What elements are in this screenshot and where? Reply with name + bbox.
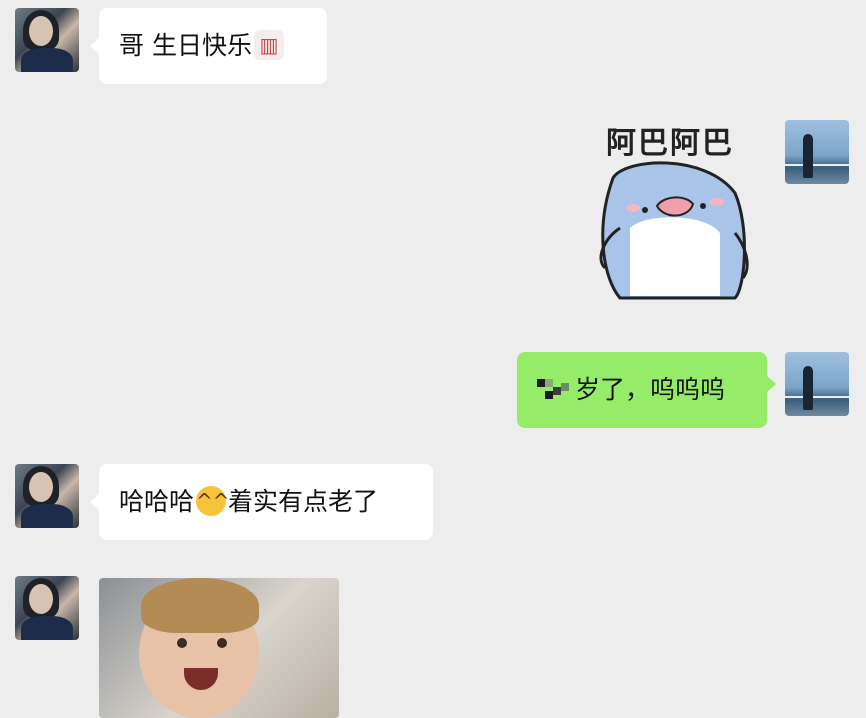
sticker-text: 阿巴阿巴 [606,126,734,161]
avatar-horizon [785,396,849,398]
avatar-person [803,134,813,178]
my-avatar[interactable] [785,352,849,416]
message-bubble[interactable]: 岁了，呜呜呜 [517,352,776,428]
pixelated-number-icon [537,379,569,399]
avatar-face [29,472,53,502]
avatar-face [29,584,53,614]
avatar-horizon [785,164,849,166]
sticker-message[interactable]: 阿巴阿巴 [585,118,755,303]
birthday-cake-icon: ▥ [253,30,284,60]
message-text: 着实有点老了 [228,487,379,516]
message-text: 岁了，呜呜呜 [575,375,726,404]
message-text: 哈哈哈 [119,487,195,516]
my-avatar[interactable] [785,120,849,184]
message-bubble[interactable]: 哥 生日快乐 ▥ [90,8,327,84]
avatar-body [21,504,73,528]
friend-avatar[interactable] [15,8,79,72]
baby-eye [217,638,227,648]
avatar-body [21,616,73,640]
friend-avatar[interactable] [15,576,79,640]
avatar-person [803,366,813,410]
baby-hair [141,578,259,633]
message-bubble[interactable]: 哈哈哈 ^^着实有点老了 [90,464,433,540]
message-text: 哥 生日快乐 [119,31,252,60]
baby-eye [177,638,187,648]
laughing-face-icon: ^^ [196,486,230,516]
avatar-face [29,16,53,46]
friend-avatar[interactable] [15,464,79,528]
avatar-body [21,48,73,72]
image-message[interactable] [99,578,339,718]
